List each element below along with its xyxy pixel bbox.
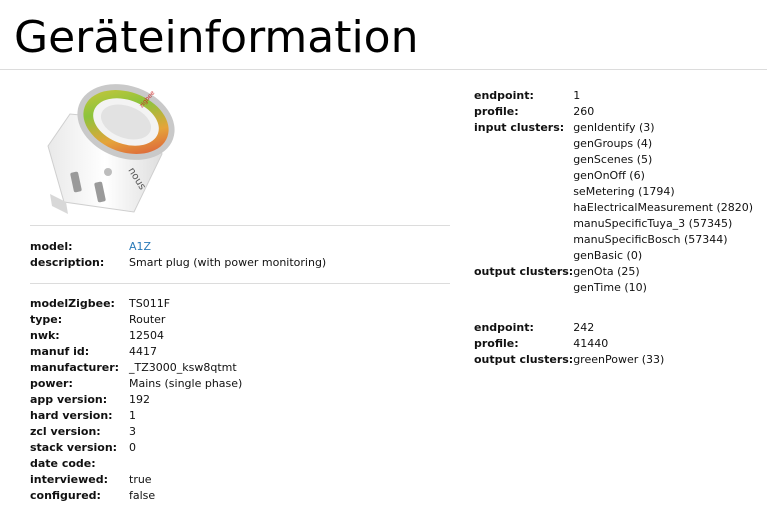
endpoint-row-label: endpoint: (474, 89, 534, 102)
input-clusters-row-label: input clusters: (474, 121, 565, 134)
detail-row: manuf id: 4417 (30, 344, 242, 360)
detail-label: hard version: (30, 409, 113, 422)
endpoint-value: 242 (573, 321, 595, 334)
output-clusters-row: output clusters: genOta (25) genTime (10) (474, 264, 753, 296)
output-clusters-list: genOta (25) genTime (10) (573, 264, 753, 296)
input-clusters-list: genIdentify (3) genGroups (4) genScenes (5… (573, 120, 753, 264)
detail-label: manuf id: (30, 345, 90, 358)
detail-row: configured: false (30, 488, 242, 504)
detail-row: nwk: 12504 (30, 328, 242, 344)
detail-label: modelZigbee: (30, 297, 115, 310)
description-row: description: Smart plug (with power moni… (30, 255, 326, 271)
detail-row: date code: (30, 456, 242, 472)
description-value: Smart plug (with power monitoring) (129, 256, 327, 269)
profile-row-label: profile: (474, 105, 519, 118)
output-clusters-row-label: output clusters: (474, 265, 574, 278)
profile-row: profile: 260 (474, 104, 753, 120)
detail-value: true (129, 473, 152, 486)
detail-label: interviewed: (30, 473, 109, 486)
page-title: Geräteinformation (14, 12, 419, 63)
cluster-item: genBasic (0) (573, 249, 643, 262)
profile-value: 260 (573, 105, 595, 118)
detail-value: 12504 (129, 329, 164, 342)
endpoint-row: endpoint: 1 (474, 88, 753, 104)
summary-table: model: A1Z description: Smart plug (with… (30, 239, 326, 271)
model-link[interactable]: A1Z (129, 240, 151, 253)
detail-label: power: (30, 377, 73, 390)
detail-label: stack version: (30, 441, 118, 454)
cluster-item: genGroups (4) (573, 137, 653, 150)
detail-row: power: Mains (single phase) (30, 376, 242, 392)
device-image: nous zigbee (47, 84, 175, 214)
detail-value: Router (129, 313, 166, 326)
profile-row: profile: 41440 (474, 336, 664, 352)
output-clusters-list: greenPower (33) (573, 352, 664, 368)
image-divider (30, 225, 450, 226)
endpoint-table: endpoint: 1 profile: 260 input clusters: genI… (474, 88, 753, 296)
detail-label: nwk: (30, 329, 60, 342)
detail-label: manufacturer: (30, 361, 120, 374)
cluster-item: genOnOff (6) (573, 169, 645, 182)
cluster-item: seMetering (1794) (573, 185, 675, 198)
detail-row: manufacturer: _TZ3000_ksw8qtmt (30, 360, 242, 376)
detail-label: configured: (30, 489, 101, 502)
detail-value: 0 (129, 441, 136, 454)
cluster-item: haElectricalMeasurement (2820) (573, 201, 754, 214)
cluster-item: genTime (10) (573, 281, 647, 294)
output-clusters-row-label: output clusters: (474, 353, 574, 366)
input-clusters-row: input clusters: genIdentify (3) genGroups … (474, 120, 753, 264)
profile-value: 41440 (573, 337, 609, 350)
cluster-item: genIdentify (3) (573, 121, 655, 134)
detail-row: interviewed: true (30, 472, 242, 488)
detail-value: false (129, 489, 156, 502)
detail-label: app version: (30, 393, 108, 406)
endpoint-value: 1 (573, 89, 581, 102)
endpoint-table: endpoint: 242 profile: 41440 output clusters… (474, 320, 664, 368)
detail-row: hard version: 1 (30, 408, 242, 424)
detail-row: stack version: 0 (30, 440, 242, 456)
detail-row: type: Router (30, 312, 242, 328)
detail-row: modelZigbee: TS011F (30, 296, 242, 312)
cluster-item: manuSpecificTuya_3 (57345) (573, 217, 733, 230)
details-table: modelZigbee: TS011F type: Router nwk: 12504 ma… (30, 296, 242, 504)
model-label: model: (30, 240, 73, 253)
detail-label: zcl version: (30, 425, 101, 438)
detail-value: 3 (129, 425, 136, 438)
model-row: model: A1Z (30, 239, 326, 255)
endpoint-row-label: endpoint: (474, 321, 534, 334)
title-divider (0, 69, 767, 70)
profile-row-label: profile: (474, 337, 519, 350)
cluster-item: greenPower (33) (573, 353, 665, 366)
cluster-item: manuSpecificBosch (57344) (573, 233, 728, 246)
cluster-item: genScenes (5) (573, 153, 653, 166)
detail-value (129, 456, 242, 472)
cluster-item: genOta (25) (573, 265, 640, 278)
detail-label: type: (30, 313, 63, 326)
detail-value: TS011F (129, 297, 171, 310)
detail-value: 192 (129, 393, 150, 406)
summary-divider (30, 283, 450, 284)
output-clusters-row: output clusters: greenPower (33) (474, 352, 664, 368)
description-label: description: (30, 256, 105, 269)
detail-value: Mains (single phase) (129, 377, 243, 390)
detail-value: _TZ3000_ksw8qtmt (129, 361, 237, 374)
detail-label: date code: (30, 457, 96, 470)
detail-row: zcl version: 3 (30, 424, 242, 440)
detail-value: 1 (129, 409, 136, 422)
detail-value: 4417 (129, 345, 157, 358)
endpoint-row: endpoint: 242 (474, 320, 664, 336)
detail-row: app version: 192 (30, 392, 242, 408)
